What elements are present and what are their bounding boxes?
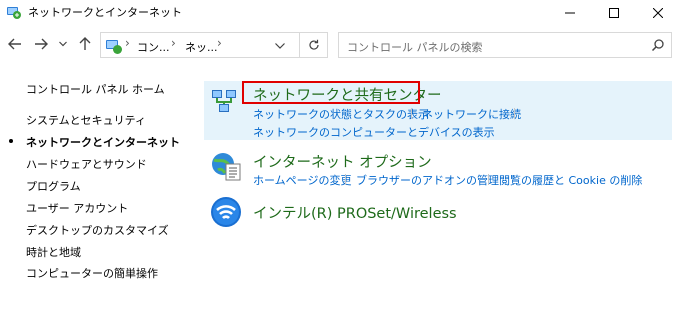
address-dropdown-button[interactable] [273, 39, 287, 53]
search-placeholder: コントロール パネルの検索 [347, 41, 483, 54]
left-nav-item[interactable]: 時計と地域 [26, 244, 81, 260]
navigation-bar: › コン... › ネッ... › コントロール パネルの検索 [0, 26, 680, 64]
maximize-icon [609, 8, 619, 18]
wireless-icon [210, 196, 242, 228]
left-nav-item[interactable]: ハードウェアとサウンド [26, 156, 147, 172]
chevron-right-icon[interactable]: › [217, 36, 222, 50]
search-input[interactable]: コントロール パネルの検索 [338, 32, 672, 58]
search-icon[interactable] [651, 38, 665, 52]
window-title: ネットワークとインターネット [28, 6, 182, 19]
connect-network-link[interactable]: ネットワークに接続 [422, 106, 521, 122]
arrow-right-icon [35, 38, 48, 50]
left-nav-item[interactable]: ユーザー アカウント [26, 200, 128, 216]
maximize-button[interactable] [592, 0, 636, 26]
recent-locations-button[interactable] [56, 34, 70, 54]
refresh-icon [308, 39, 319, 50]
left-nav-item[interactable]: コンピューターの簡単操作 [26, 265, 158, 281]
minimize-icon [565, 12, 575, 14]
manage-addons-link[interactable]: ブラウザーのアドオンの管理 [356, 172, 499, 188]
current-location-bullet [9, 139, 13, 143]
view-network-devices-link[interactable]: ネットワークのコンピューターとデバイスの表示 [253, 124, 495, 140]
up-button[interactable] [74, 34, 96, 54]
minimize-button[interactable] [548, 0, 592, 26]
link-separator [514, 108, 515, 119]
arrow-left-icon [8, 38, 21, 50]
forward-button[interactable] [30, 34, 52, 54]
annotation-highlight-frame [242, 81, 420, 104]
control-panel-icon [105, 37, 123, 55]
chevron-right-icon[interactable]: › [171, 36, 176, 50]
chevron-right-icon[interactable]: › [125, 36, 130, 50]
network-sharing-icon [210, 86, 242, 118]
arrow-up-icon [79, 37, 91, 50]
back-button[interactable] [4, 34, 26, 54]
breadcrumb-item[interactable]: ネッ... [185, 39, 218, 55]
left-nav-item-current[interactable]: ネットワークとインターネット [26, 134, 180, 150]
change-homepage-link[interactable]: ホームページの変更 [253, 172, 351, 188]
intel-proset-wireless-link[interactable]: インテル(R) PROSet/Wireless [253, 202, 457, 223]
close-icon [653, 8, 663, 18]
delete-history-link[interactable]: 閲覧の履歴と Cookie の削除 [499, 172, 642, 188]
link-separator [345, 174, 346, 185]
chevron-down-icon [275, 43, 285, 49]
internet-options-icon [210, 150, 242, 182]
left-nav-item[interactable]: プログラム [26, 178, 81, 194]
left-nav-item[interactable]: システムとセキュリティ [26, 112, 146, 128]
close-button[interactable] [636, 0, 680, 26]
control-panel-icon [6, 4, 22, 20]
link-separator [488, 174, 489, 185]
internet-options-link[interactable]: インターネット オプション [253, 151, 432, 172]
view-network-status-link[interactable]: ネットワークの状態とタスクの表示 [253, 106, 429, 122]
refresh-button[interactable] [300, 32, 328, 58]
left-nav-item[interactable]: デスクトップのカスタマイズ [26, 222, 169, 238]
breadcrumb-item[interactable]: コン... [137, 39, 170, 55]
control-panel-home-link[interactable]: コントロール パネル ホーム [26, 81, 165, 97]
chevron-down-icon [59, 41, 67, 47]
link-separator [411, 108, 412, 119]
address-bar[interactable]: › コン... › ネッ... › [100, 32, 300, 58]
title-bar: ネットワークとインターネット [0, 0, 680, 26]
